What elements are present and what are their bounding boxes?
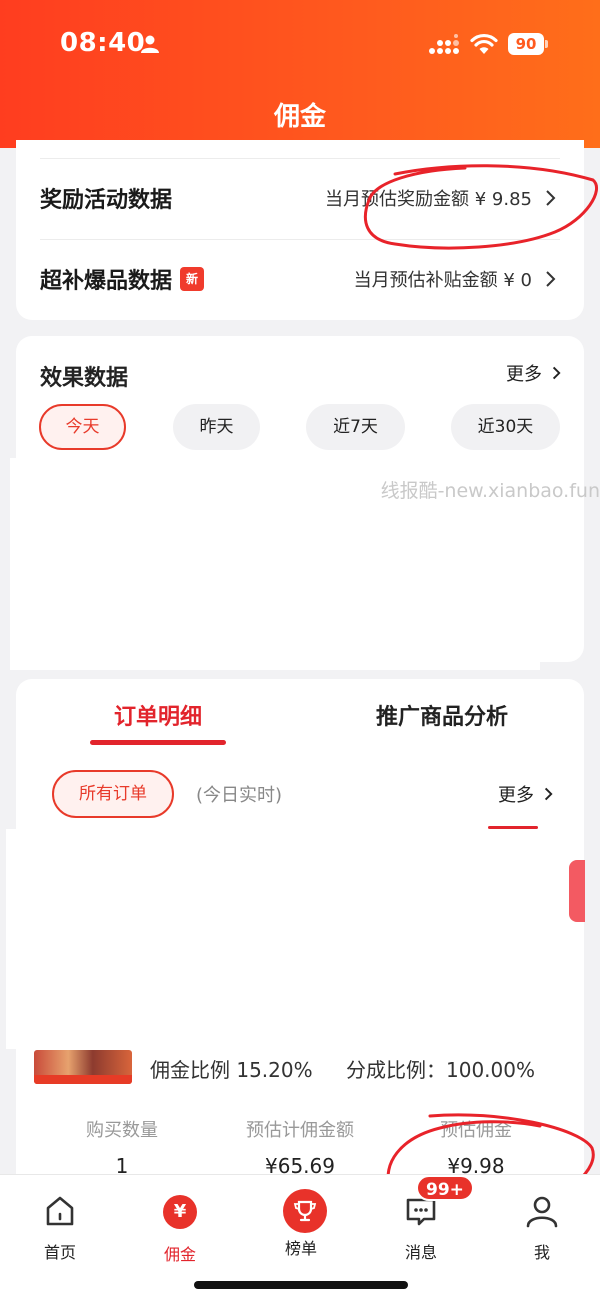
orders-list-area — [6, 829, 562, 1049]
product-thumbnail[interactable] — [34, 1050, 132, 1084]
effect-more-label: 更多 — [506, 364, 542, 385]
super-subsidy-value: 当月预估补贴金额 ¥ 0 — [353, 270, 532, 291]
chevron-right-icon — [552, 366, 561, 380]
orders-card: 订单明细 推广商品分析 所有订单 (今日实时) 更多 佣金比例 15.20% 分… — [6, 679, 585, 1219]
orders-more-link[interactable]: 更多 — [498, 781, 556, 807]
person-status-icon — [141, 35, 159, 53]
reward-activity-title: 奖励活动数据 — [40, 188, 173, 213]
tab-home-label: 首页 — [43, 1243, 76, 1262]
realtime-note: (今日实时) — [196, 785, 283, 806]
super-subsidy-row[interactable]: 超补爆品数据 新 当月预估补贴金额 ¥ 0 — [40, 239, 560, 319]
tab-messages-label: 消息 — [404, 1243, 437, 1262]
filter-yesterday[interactable]: 昨天 — [173, 404, 260, 450]
wifi-icon — [470, 33, 498, 54]
column-header-quantity: 购买数量 — [86, 1120, 158, 1141]
chevron-right-icon — [546, 271, 556, 287]
tab-ranking-label: 榜单 — [284, 1239, 317, 1258]
home-icon — [46, 1196, 74, 1226]
super-subsidy-title-group: 超补爆品数据 新 — [40, 263, 205, 295]
reward-activity-value-group: 当月预估奖励金额 ¥ 9.85 — [325, 185, 560, 211]
active-tab-underline — [90, 740, 226, 745]
watermark: 线报酷-new.xianbao.fun — [380, 480, 600, 502]
tab-me-label: 我 — [533, 1243, 550, 1262]
commission-rate: 佣金比例 15.20% — [150, 1058, 313, 1082]
tab-product-analysis[interactable]: 推广商品分析 — [362, 699, 522, 731]
filter-7-days[interactable]: 近7天 — [306, 404, 405, 450]
status-time: 08:40 — [60, 28, 146, 58]
filter-today[interactable]: 今天 — [39, 404, 126, 450]
tab-me[interactable]: 我 — [502, 1193, 582, 1263]
trophy-icon — [283, 1189, 327, 1233]
tab-order-details[interactable]: 订单明细 — [90, 699, 226, 731]
app-header: 08:40 90 佣金 — [0, 0, 600, 148]
side-float-tab[interactable] — [569, 860, 585, 922]
filter-30-days[interactable]: 近30天 — [451, 404, 560, 450]
super-subsidy-title: 超补爆品数据 — [40, 269, 173, 294]
page-title: 佣金 — [273, 102, 326, 132]
battery-indicator: 90 — [508, 33, 548, 55]
status-bar: 08:40 90 — [0, 0, 600, 90]
person-icon — [526, 1196, 558, 1228]
column-header-estimated-commission: 预估佣金 — [440, 1120, 512, 1141]
cellular-signal-icon — [429, 34, 459, 54]
tab-ranking[interactable]: 榜单 — [261, 1189, 341, 1259]
super-subsidy-value-group: 当月预估补贴金额 ¥ 0 — [354, 266, 560, 292]
activity-stats-card: 奖励活动数据 当月预估奖励金额 ¥ 9.85 超补爆品数据 新 当月预估补贴金额… — [16, 140, 584, 320]
home-indicator[interactable] — [194, 1281, 408, 1289]
chevron-right-icon — [544, 787, 553, 801]
chevron-right-icon — [546, 190, 556, 206]
reward-activity-row[interactable]: 奖励活动数据 当月预估奖励金额 ¥ 9.85 — [40, 158, 560, 238]
column-header-commission-base: 预估计佣金额 — [246, 1120, 354, 1141]
product-thumbnail-strip — [34, 1075, 132, 1084]
new-badge: 新 — [180, 267, 205, 291]
orders-more-label: 更多 — [498, 785, 534, 806]
effect-data-title: 效果数据 — [40, 366, 129, 391]
reward-activity-value: 当月预估奖励金额 ¥ 9.85 — [325, 189, 532, 210]
filter-all-orders[interactable]: 所有订单 — [52, 770, 174, 818]
battery-tip — [545, 40, 548, 48]
effect-data-card: 效果数据 更多 今天 昨天 近7天 近30天 线报酷-new.xianbao.f… — [10, 336, 600, 670]
yen-icon: ¥ — [162, 1195, 198, 1231]
tab-commission-label: 佣金 — [163, 1245, 196, 1264]
battery-level: 90 — [508, 33, 544, 55]
effect-more-link[interactable]: 更多 — [506, 360, 564, 386]
split-rate: 分成比例：100.00% — [346, 1058, 535, 1082]
tab-commission[interactable]: ¥ 佣金 — [140, 1193, 220, 1265]
tab-messages[interactable]: 消息 — [381, 1193, 461, 1263]
tab-home[interactable]: 首页 — [20, 1193, 100, 1263]
message-count-badge: 99+ — [416, 1175, 474, 1201]
